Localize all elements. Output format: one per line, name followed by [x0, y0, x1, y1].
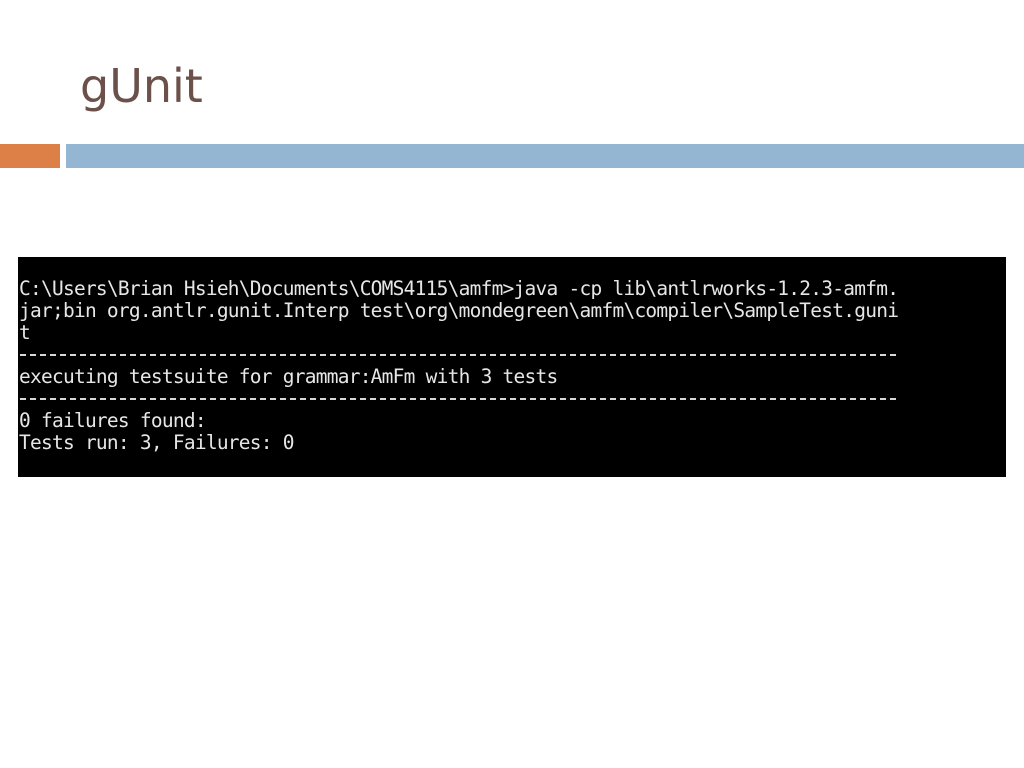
accent-bar-blue — [66, 144, 1024, 168]
slide: gUnit C:\Users\Brian Hsieh\Documents\COM… — [0, 0, 1024, 768]
console-line: Tests run: 3, Failures: 0 — [19, 431, 295, 454]
console-line: jar;bin org.antlr.gunit.Interp test\org\… — [19, 299, 899, 322]
console-screenshot: C:\Users\Brian Hsieh\Documents\COMS4115\… — [18, 257, 1006, 477]
console-separator — [19, 388, 1006, 410]
console-separator — [19, 344, 1006, 366]
console-line: executing testsuite for grammar:AmFm wit… — [19, 365, 558, 388]
console-line: t — [19, 321, 31, 344]
console-line: 0 failures found: — [19, 409, 207, 432]
slide-title: gUnit — [80, 59, 203, 113]
accent-bar-orange — [0, 144, 60, 168]
console-line: C:\Users\Brian Hsieh\Documents\COMS4115\… — [19, 277, 899, 300]
